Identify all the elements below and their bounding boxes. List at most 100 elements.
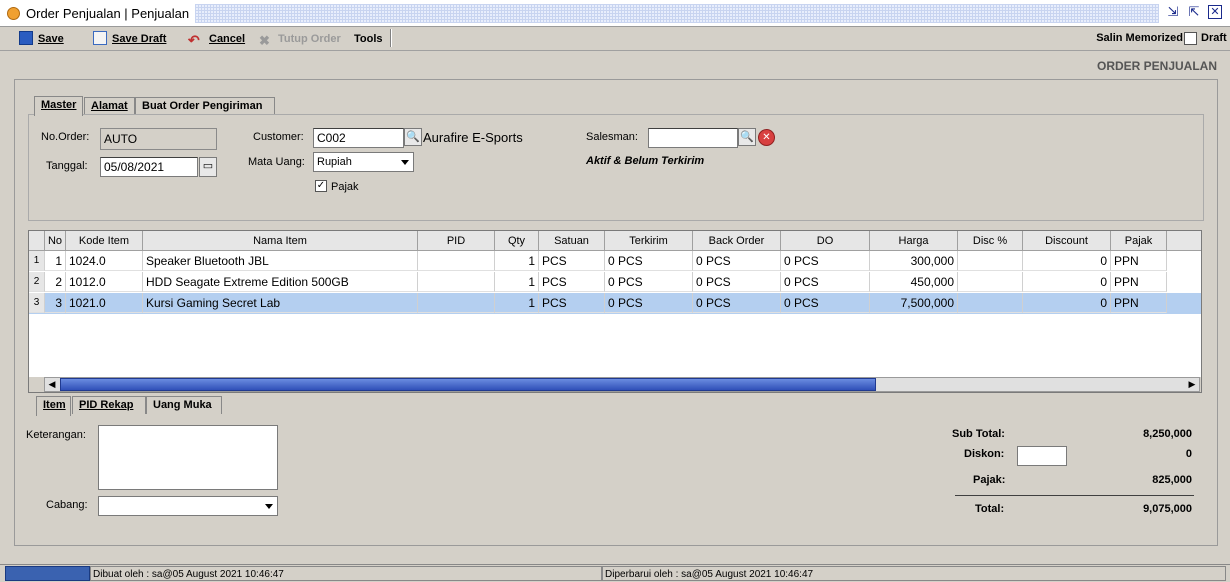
row-index: 1 — [29, 251, 45, 271]
cell-kode-item: 1012.0 — [66, 272, 143, 292]
cell-harga: 300,000 — [870, 251, 958, 271]
col-header-do[interactable]: DO — [781, 231, 870, 251]
minimize-icon[interactable]: ⇲ — [1165, 5, 1181, 21]
salesman-field[interactable] — [648, 128, 738, 148]
diskon-input[interactable] — [1017, 446, 1067, 466]
cell-back-order: 0 PCS — [693, 272, 781, 292]
col-header-back-order[interactable]: Back Order — [693, 231, 781, 251]
draft-checkbox[interactable] — [1184, 32, 1197, 45]
chevron-down-icon — [265, 504, 273, 509]
tutup-order-label: Tutup Order — [278, 33, 341, 45]
salin-memorized-label: Salin Memorized — [1096, 32, 1183, 44]
col-header-qty[interactable]: Qty — [495, 231, 539, 251]
cell-nama-item: Speaker Bluetooth JBL — [143, 251, 418, 271]
cell-no: 3 — [45, 293, 66, 313]
cell-back-order: 0 PCS — [693, 293, 781, 313]
customer-search-icon[interactable]: 🔍 — [404, 128, 422, 146]
cell-harga: 450,000 — [870, 272, 958, 292]
tab-uang-muka[interactable]: Uang Muka — [146, 396, 222, 414]
tanggal-field[interactable]: 05/08/2021 — [100, 157, 198, 177]
salesman-clear-icon[interactable]: ✕ — [758, 129, 775, 146]
cell-disc-pct — [958, 251, 1023, 271]
cell-disc-pct — [958, 272, 1023, 292]
tools-label: Tools — [354, 33, 383, 45]
save-draft-label: Save Draft — [112, 33, 167, 45]
keterangan-label: Keterangan: — [26, 429, 86, 441]
cell-qty: 1 — [495, 251, 539, 271]
cell-discount: 0 — [1023, 272, 1111, 292]
mata-uang-select[interactable]: Rupiah — [313, 152, 414, 172]
cabang-select[interactable] — [98, 496, 278, 516]
tools-menu[interactable]: Tools — [354, 31, 383, 47]
col-header-satuan[interactable]: Satuan — [539, 231, 605, 251]
mata-uang-value: Rupiah — [317, 156, 352, 168]
cell-harga: 7,500,000 — [870, 293, 958, 313]
pajak-checkbox[interactable]: ✓ — [315, 180, 327, 192]
edit-icon — [93, 31, 107, 45]
table-row[interactable]: 1 1 1024.0 Speaker Bluetooth JBL 1 PCS 0… — [29, 251, 1201, 272]
col-header-disc-pct[interactable]: Disc % — [958, 231, 1023, 251]
tab-buat-order-pengiriman[interactable]: Buat Order Pengiriman — [135, 97, 275, 115]
title-bar-pattern — [195, 4, 1159, 23]
updated-info: Diperbarui oleh : sa@05 August 2021 10:4… — [602, 566, 1226, 581]
grid-corner — [29, 231, 45, 251]
tab-uang-muka-label: Uang Muka — [153, 399, 212, 411]
page-heading: ORDER PENJUALAN — [1096, 59, 1217, 73]
diskon-label: Diskon: — [964, 448, 1005, 460]
cell-pid — [418, 272, 495, 292]
cancel-button[interactable]: ↶ Cancel — [188, 31, 245, 47]
scrollbar-thumb[interactable] — [60, 378, 876, 391]
window-title: Order Penjualan | Penjualan — [26, 6, 190, 21]
customer-label: Customer: — [253, 131, 304, 143]
table-row-selected[interactable]: 3 3 1021.0 Kursi Gaming Secret Lab 1 PCS… — [29, 293, 1201, 314]
tab-pid-rekap-label: PID Rekap — [79, 399, 134, 411]
save-draft-button[interactable]: Save Draft — [93, 31, 166, 47]
tab-item[interactable]: Item — [36, 396, 71, 416]
col-header-discount[interactable]: Discount — [1023, 231, 1111, 251]
tab-buat-order-pengiriman-label: Buat Order Pengiriman — [142, 100, 263, 112]
cell-pajak: PPN — [1111, 293, 1167, 313]
cell-pajak: PPN — [1111, 272, 1167, 292]
row-index: 3 — [29, 293, 45, 313]
salesman-search-icon[interactable]: 🔍 — [738, 128, 756, 146]
col-header-harga[interactable]: Harga — [870, 231, 958, 251]
tab-alamat[interactable]: Alamat — [84, 97, 135, 115]
diskon-value: 0 — [1185, 448, 1192, 460]
pajak-summary-label: Pajak: — [973, 474, 1006, 486]
save-button[interactable]: Save — [19, 31, 64, 47]
cell-do: 0 PCS — [781, 251, 870, 271]
row-index: 2 — [29, 272, 45, 292]
cell-terkirim: 0 PCS — [605, 251, 693, 271]
tutup-order-button[interactable]: ✖ Tutup Order — [259, 31, 341, 48]
cell-terkirim: 0 PCS — [605, 272, 693, 292]
cell-no: 2 — [45, 272, 66, 292]
tab-pid-rekap[interactable]: PID Rekap — [72, 396, 146, 414]
scroll-right-icon[interactable]: ▶ — [1185, 378, 1199, 391]
table-row[interactable]: 2 2 1012.0 HDD Seagate Extreme Edition 5… — [29, 272, 1201, 293]
progress-indicator — [5, 566, 90, 581]
col-header-terkirim[interactable]: Terkirim — [605, 231, 693, 251]
app-icon — [7, 7, 20, 20]
col-header-kode-item[interactable]: Kode Item — [66, 231, 143, 251]
col-header-no[interactable]: No — [45, 231, 66, 251]
col-header-pid[interactable]: PID — [418, 231, 495, 251]
cell-satuan: PCS — [539, 272, 605, 292]
cell-discount: 0 — [1023, 293, 1111, 313]
tab-master[interactable]: Master — [34, 96, 83, 116]
cell-no: 1 — [45, 251, 66, 271]
col-header-nama-item[interactable]: Nama Item — [143, 231, 418, 251]
cell-back-order: 0 PCS — [693, 251, 781, 271]
sub-total-label: Sub Total: — [952, 428, 1005, 440]
restore-icon[interactable]: ⇱ — [1186, 5, 1202, 21]
calendar-icon[interactable]: ▭ — [199, 157, 217, 177]
status-text: Aktif & Belum Terkirim — [586, 155, 705, 167]
cabang-label: Cabang: — [46, 499, 88, 511]
undo-icon: ↶ — [188, 32, 200, 48]
cell-satuan: PCS — [539, 251, 605, 271]
customer-code-field[interactable]: C002 — [313, 128, 404, 148]
close-icon[interactable]: ✕ — [1208, 5, 1222, 19]
col-header-filler — [1167, 231, 1201, 251]
col-header-pajak[interactable]: Pajak — [1111, 231, 1167, 251]
scroll-left-icon[interactable]: ◀ — [45, 378, 59, 391]
keterangan-textarea[interactable] — [98, 425, 278, 490]
